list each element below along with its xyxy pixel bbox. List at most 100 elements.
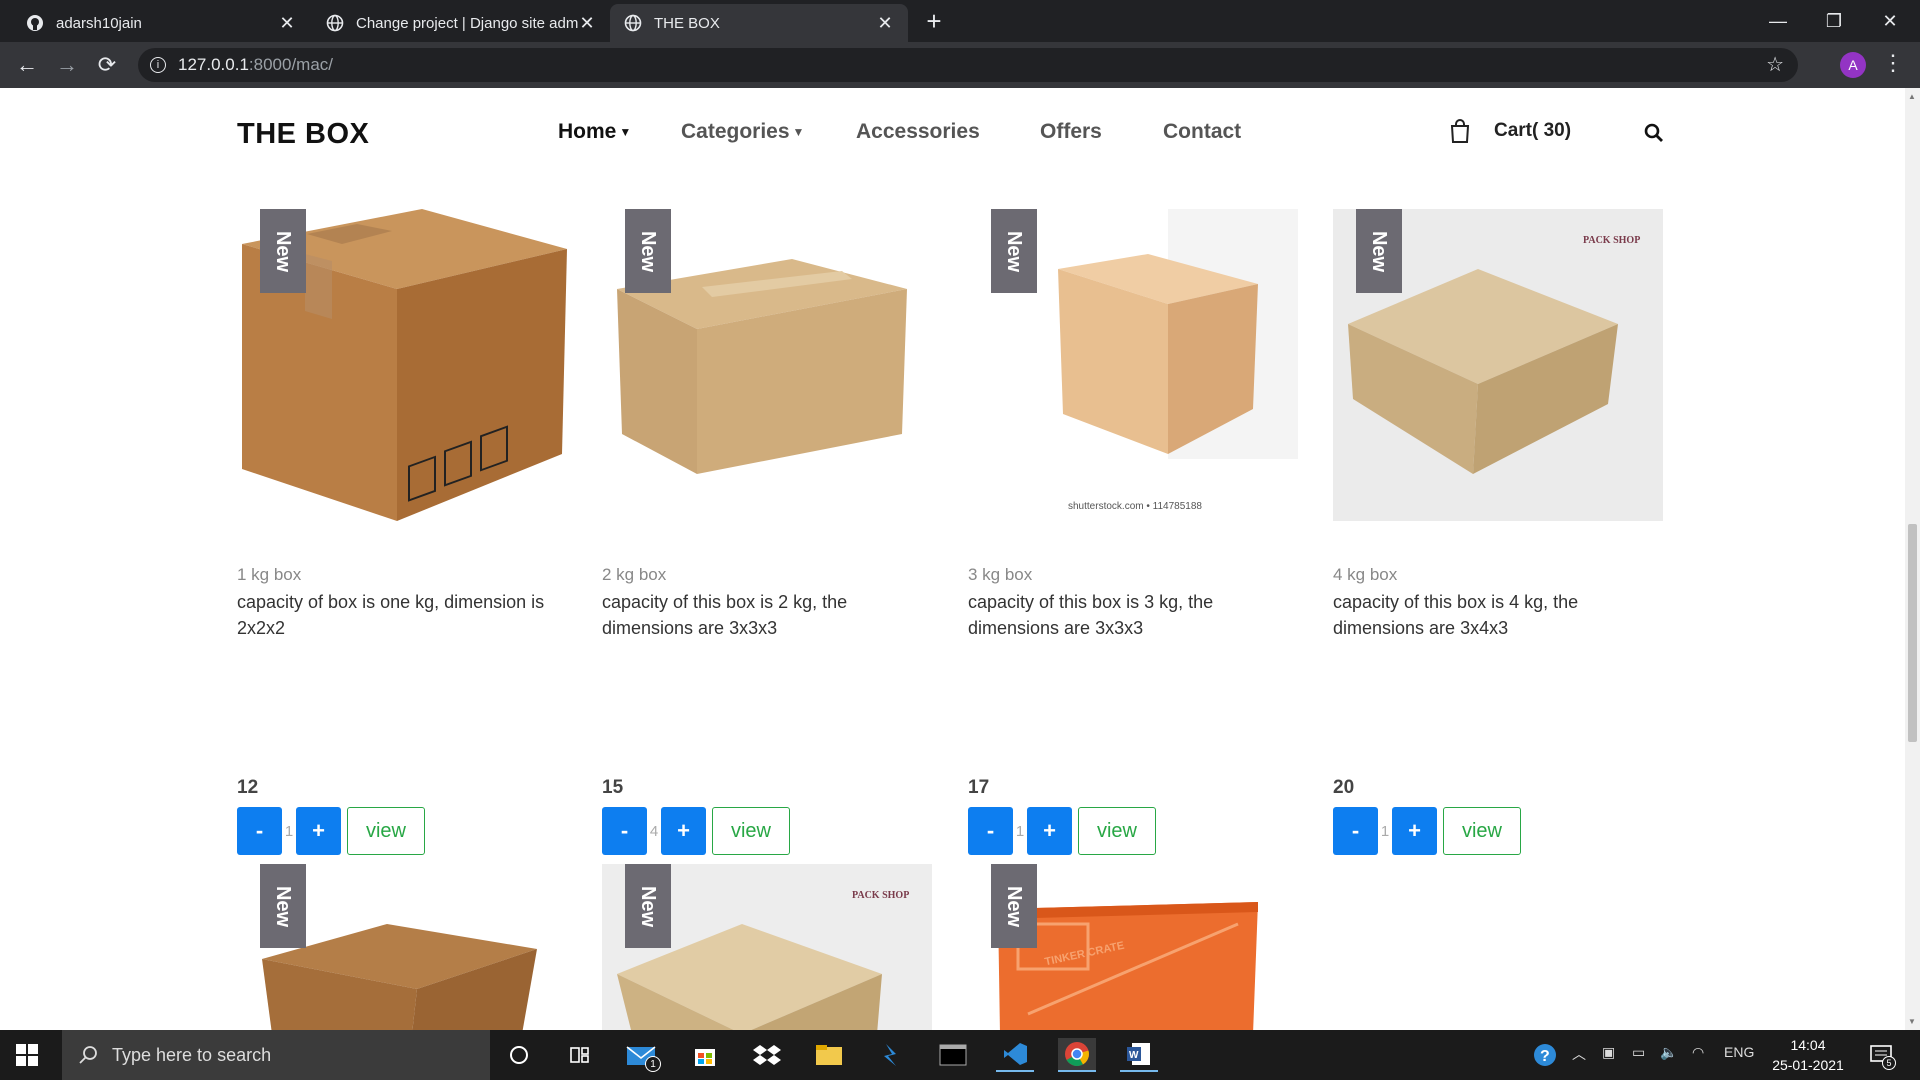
power-automate-icon[interactable]: [872, 1038, 910, 1072]
minimize-button[interactable]: —: [1750, 0, 1806, 42]
new-badge: New: [260, 209, 306, 293]
increase-qty-button[interactable]: +: [1027, 807, 1072, 855]
increase-qty-button[interactable]: +: [661, 807, 706, 855]
dropbox-icon[interactable]: [748, 1038, 786, 1072]
wifi-icon[interactable]: ◠: [1692, 1044, 1704, 1061]
product-name: 3 kg box: [968, 565, 1033, 584]
increase-qty-button[interactable]: +: [296, 807, 341, 855]
meet-now-icon[interactable]: ▣: [1602, 1044, 1615, 1061]
view-button[interactable]: view: [1443, 807, 1521, 855]
decrease-qty-button[interactable]: -: [1333, 807, 1378, 855]
nav-offers[interactable]: Offers: [1040, 120, 1102, 144]
product-image[interactable]: New shutterstock.com • 114785188: [968, 209, 1298, 521]
nav-home[interactable]: Home ▼: [558, 120, 631, 144]
product-image[interactable]: New PACK SHOP: [602, 864, 932, 1030]
back-button[interactable]: ←: [12, 50, 42, 80]
chevron-down-icon: ▼: [792, 125, 805, 139]
page-scrollbar[interactable]: ▲ ▼: [1905, 88, 1920, 1030]
product-image[interactable]: New PACK SHOP: [1333, 209, 1663, 521]
tab-title: Change project | Django site admin: [356, 14, 578, 32]
close-icon[interactable]: ✕: [578, 13, 596, 34]
menu-kebab-icon[interactable]: ⋮: [1882, 50, 1904, 76]
new-badge: New: [625, 864, 671, 948]
view-button[interactable]: view: [1078, 807, 1156, 855]
view-button[interactable]: view: [347, 807, 425, 855]
cortana-icon[interactable]: [500, 1038, 538, 1072]
decrease-qty-button[interactable]: -: [968, 807, 1013, 855]
product-image[interactable]: New: [237, 209, 567, 521]
nav-contact[interactable]: Contact: [1163, 120, 1241, 144]
product-image[interactable]: New TINKER CRATE: [968, 864, 1298, 1030]
chrome-icon[interactable]: [1058, 1038, 1096, 1072]
word-icon[interactable]: W: [1120, 1038, 1158, 1072]
tab-the-box[interactable]: THE BOX ✕: [610, 4, 908, 42]
quantity-value: 4: [649, 822, 659, 840]
battery-icon[interactable]: ▭: [1632, 1044, 1645, 1061]
bookmark-star-icon[interactable]: ☆: [1766, 52, 1784, 77]
product-card: New shutterstock.com • 114785188 3 kg bo…: [968, 209, 1298, 855]
help-icon[interactable]: ?: [1526, 1038, 1564, 1072]
badge-label: New: [272, 230, 295, 272]
clock[interactable]: 14:04 25-01-2021: [1768, 1035, 1848, 1075]
tab-github[interactable]: adarsh10jain ✕: [12, 4, 310, 42]
task-view-icon[interactable]: [561, 1038, 599, 1072]
view-button[interactable]: view: [712, 807, 790, 855]
address-bar[interactable]: i 127.0.0.1:8000/mac/ ☆: [138, 48, 1798, 82]
product-card: New 2 kg box capacity of this box is 2 k…: [602, 209, 932, 855]
quantity-value: 1: [284, 822, 294, 840]
quantity-controls: - 4 + view: [602, 807, 790, 855]
quantity-controls: - 1 + view: [968, 807, 1156, 855]
shopping-bag-icon[interactable]: [1449, 118, 1471, 144]
new-badge: New: [1356, 209, 1402, 293]
increase-qty-button[interactable]: +: [1392, 807, 1437, 855]
new-badge: New: [991, 864, 1037, 948]
new-badge: New: [625, 209, 671, 293]
scroll-up-arrow-icon[interactable]: ▲: [1908, 92, 1916, 101]
product-card: New: [237, 864, 567, 1030]
new-badge: New: [260, 864, 306, 948]
new-tab-button[interactable]: +: [920, 6, 948, 37]
clock-time: 14:04: [1790, 1037, 1826, 1053]
site-brand[interactable]: THE BOX: [237, 118, 369, 151]
reload-button[interactable]: ⟳: [92, 50, 122, 80]
scrollbar-thumb[interactable]: [1908, 524, 1917, 742]
product-card: New 1 kg box capacity of box is one kg, …: [237, 209, 567, 855]
product-card: New TINKER CRATE: [968, 864, 1298, 1030]
forward-button[interactable]: →: [52, 50, 82, 80]
decrease-qty-button[interactable]: -: [602, 807, 647, 855]
profile-avatar[interactable]: A: [1840, 52, 1866, 78]
badge-label: New: [1368, 230, 1391, 272]
globe-icon: [326, 14, 344, 32]
scroll-down-arrow-icon[interactable]: ▼: [1908, 1017, 1916, 1026]
product-description: capacity of box is one kg, dimension is …: [237, 592, 545, 638]
close-icon[interactable]: ✕: [278, 13, 296, 34]
file-explorer-icon[interactable]: [810, 1038, 848, 1072]
tab-title: adarsh10jain: [56, 14, 142, 32]
windows-start-icon[interactable]: [16, 1044, 38, 1066]
restore-button[interactable]: ❐: [1806, 0, 1862, 42]
info-icon[interactable]: i: [150, 57, 166, 73]
window-close-button[interactable]: ✕: [1862, 0, 1918, 42]
vscode-icon[interactable]: [996, 1038, 1034, 1072]
chevron-up-icon[interactable]: ︿: [1572, 1044, 1586, 1064]
product-image[interactable]: New: [602, 209, 932, 521]
tab-django-admin[interactable]: Change project | Django site admin ✕: [312, 4, 610, 42]
search-icon[interactable]: [1644, 123, 1664, 143]
watermark-text: shutterstock.com • 114785188: [1068, 501, 1202, 512]
notification-icon[interactable]: 5: [1862, 1038, 1900, 1072]
product-card: New PACK SHOP 4 kg box capacity of this …: [1333, 209, 1663, 855]
mail-icon[interactable]: 1: [623, 1038, 661, 1072]
cart-link[interactable]: Cart( 30): [1494, 120, 1571, 142]
store-icon[interactable]: [686, 1038, 724, 1072]
taskbar-search-box[interactable]: Type here to search: [62, 1030, 490, 1080]
product-image[interactable]: New: [237, 864, 567, 1030]
decrease-qty-button[interactable]: -: [237, 807, 282, 855]
nav-categories[interactable]: Categories ▼: [681, 120, 804, 144]
terminal-icon[interactable]: [934, 1038, 972, 1072]
close-icon[interactable]: ✕: [876, 13, 894, 34]
quantity-value: 1: [1015, 822, 1025, 840]
volume-icon[interactable]: 🔈: [1660, 1044, 1677, 1061]
nav-accessories[interactable]: Accessories: [856, 120, 980, 144]
language-indicator[interactable]: ENG: [1724, 1044, 1754, 1060]
notification-count: 5: [1882, 1056, 1896, 1070]
